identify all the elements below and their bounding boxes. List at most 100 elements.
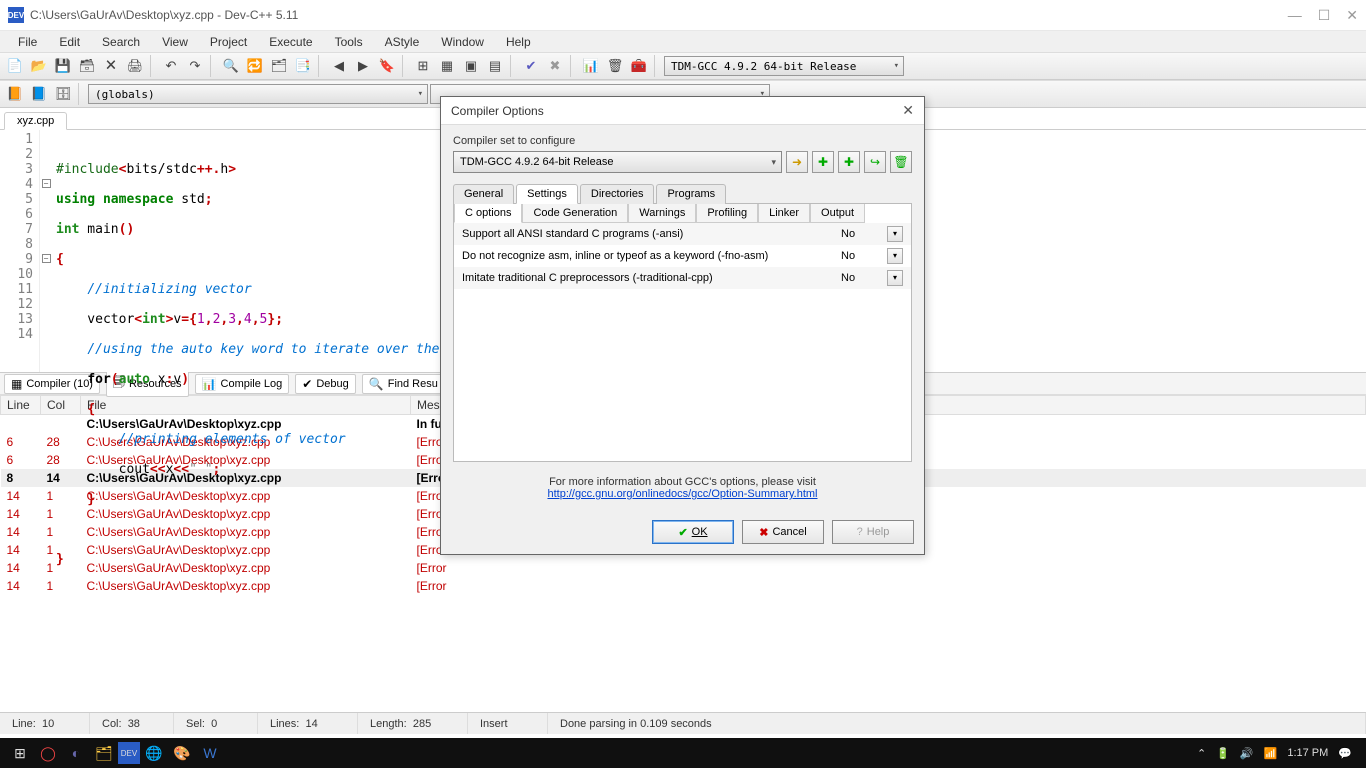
- status-col-label: Col:: [102, 718, 122, 730]
- start-icon[interactable]: ⊞: [6, 739, 34, 767]
- battery-icon[interactable]: 🔋: [1216, 747, 1230, 760]
- chevron-down-icon[interactable]: ▾: [887, 226, 903, 242]
- menu-window[interactable]: Window: [431, 33, 494, 51]
- subtab-code-gen[interactable]: Code Generation: [522, 204, 628, 223]
- minimize-icon[interactable]: —: [1288, 7, 1302, 24]
- back-icon[interactable]: ◀: [328, 55, 350, 77]
- new-file-icon[interactable]: 📄: [4, 55, 26, 77]
- task-chrome-icon[interactable]: 🌐: [140, 739, 168, 767]
- tab-programs[interactable]: Programs: [656, 184, 726, 204]
- tools-icon[interactable]: 🧰: [628, 55, 650, 77]
- help-button[interactable]: ?Help: [832, 520, 914, 544]
- tab-settings[interactable]: Settings: [516, 184, 578, 204]
- status-col: 38: [128, 718, 140, 730]
- fold-icon[interactable]: −: [42, 254, 51, 263]
- task-word-icon[interactable]: W: [196, 739, 224, 767]
- dialog-titlebar[interactable]: Compiler Options ✕: [441, 97, 924, 125]
- task-devcpp-icon[interactable]: DEV: [118, 742, 140, 764]
- ok-button[interactable]: ✔OK: [652, 520, 734, 544]
- add-blank-icon[interactable]: ✚: [812, 151, 834, 173]
- replace-icon[interactable]: 🔁: [244, 55, 266, 77]
- rename-icon[interactable]: ↪: [864, 151, 886, 173]
- fold-icon[interactable]: −: [42, 179, 51, 188]
- open-icon[interactable]: 📂: [28, 55, 50, 77]
- menu-help[interactable]: Help: [496, 33, 541, 51]
- redo-icon[interactable]: ↷: [184, 55, 206, 77]
- menu-edit[interactable]: Edit: [49, 33, 90, 51]
- close-icon[interactable]: ✕: [1346, 7, 1358, 24]
- chevron-down-icon[interactable]: ▾: [887, 248, 903, 264]
- menu-search[interactable]: Search: [92, 33, 150, 51]
- window-controls: — ☐ ✕: [1288, 7, 1358, 24]
- subtab-warnings[interactable]: Warnings: [628, 204, 696, 223]
- close-file-icon[interactable]: 🗙: [100, 55, 122, 77]
- subtab-c-options[interactable]: C options: [454, 204, 522, 223]
- task-eclipse-icon[interactable]: ◐: [62, 739, 90, 767]
- undo-icon[interactable]: ↶: [160, 55, 182, 77]
- menu-astyle[interactable]: AStyle: [375, 33, 430, 51]
- settings-subtabs: C options Code Generation Warnings Profi…: [454, 204, 911, 223]
- goto-decl-icon[interactable]: 📙: [4, 83, 26, 105]
- tab-directories[interactable]: Directories: [580, 184, 655, 204]
- subtab-linker[interactable]: Linker: [758, 204, 810, 223]
- option-row: Do not recognize asm, inline or typeof a…: [454, 245, 911, 267]
- subtab-output[interactable]: Output: [810, 204, 865, 223]
- menu-view[interactable]: View: [152, 33, 198, 51]
- forward-icon[interactable]: ▶: [352, 55, 374, 77]
- find-icon[interactable]: 🔍: [220, 55, 242, 77]
- maximize-icon[interactable]: ☐: [1318, 7, 1331, 24]
- find-compilers-icon[interactable]: ➜: [786, 151, 808, 173]
- tray-chevron-icon[interactable]: ⌃: [1197, 747, 1206, 760]
- compile-run-icon[interactable]: ▣: [460, 55, 482, 77]
- info-link[interactable]: http://gcc.gnu.org/onlinedocs/gcc/Option…: [547, 488, 817, 500]
- find-in-files-icon[interactable]: 🗂: [268, 55, 290, 77]
- status-lines: 14: [305, 718, 317, 730]
- debug-stop-icon[interactable]: ✖: [544, 55, 566, 77]
- separator: [654, 55, 660, 77]
- compile-icon[interactable]: ⊞: [412, 55, 434, 77]
- menu-project[interactable]: Project: [200, 33, 257, 51]
- task-explorer-icon[interactable]: 🗂: [90, 739, 118, 767]
- subtab-profiling[interactable]: Profiling: [696, 204, 758, 223]
- add-folder-icon[interactable]: ✚: [838, 151, 860, 173]
- volume-icon[interactable]: 🔊: [1240, 747, 1254, 760]
- separator: [510, 55, 516, 77]
- wifi-icon[interactable]: 📶: [1264, 747, 1278, 760]
- save-icon[interactable]: 💾: [52, 55, 74, 77]
- class-browser-icon[interactable]: 🗄: [52, 83, 74, 105]
- clock[interactable]: 1:17 PM: [1287, 747, 1328, 759]
- run-icon[interactable]: ▦: [436, 55, 458, 77]
- taskbar: ⊞ ◯ ◐ 🗂 DEV 🌐 🎨 W ⌃ 🔋 🔊 📶 1:17 PM 💬: [0, 738, 1366, 768]
- status-length: 285: [413, 718, 431, 730]
- menu-execute[interactable]: Execute: [259, 33, 322, 51]
- notifications-icon[interactable]: 💬: [1338, 747, 1352, 760]
- menu-tools[interactable]: Tools: [325, 33, 373, 51]
- print-icon[interactable]: 🖨: [124, 55, 146, 77]
- chevron-down-icon[interactable]: ▾: [887, 270, 903, 286]
- dialog-close-icon[interactable]: ✕: [902, 102, 914, 119]
- cancel-button[interactable]: ✖Cancel: [742, 520, 824, 544]
- dialog-buttons: ✔OK ✖Cancel ?Help: [441, 514, 924, 554]
- separator: [210, 55, 216, 77]
- task-opera-icon[interactable]: ◯: [34, 739, 62, 767]
- col-line[interactable]: Line: [1, 396, 41, 415]
- compiler-set-select[interactable]: TDM-GCC 4.9.2 64-bit Release: [453, 151, 782, 173]
- menu-file[interactable]: File: [8, 33, 47, 51]
- task-paint-icon[interactable]: 🎨: [168, 739, 196, 767]
- bookmark-icon[interactable]: 🔖: [376, 55, 398, 77]
- scope-select[interactable]: (globals): [88, 84, 428, 104]
- compiler-select[interactable]: TDM-GCC 4.9.2 64-bit Release: [664, 56, 904, 76]
- rebuild-icon[interactable]: ▤: [484, 55, 506, 77]
- goto-def-icon[interactable]: 📘: [28, 83, 50, 105]
- menubar: File Edit Search View Project Execute To…: [0, 30, 1366, 52]
- titlebar: DEV C:\Users\GaUrAv\Desktop\xyz.cpp - De…: [0, 0, 1366, 30]
- file-tab-xyz[interactable]: xyz.cpp: [4, 112, 67, 130]
- save-all-icon[interactable]: 🗃: [76, 55, 98, 77]
- debug-check-icon[interactable]: ✔: [520, 55, 542, 77]
- check-icon: ✔: [678, 526, 687, 539]
- goto-icon[interactable]: 📑: [292, 55, 314, 77]
- profile-icon[interactable]: 📊: [580, 55, 602, 77]
- delete-icon[interactable]: 🗑: [890, 151, 912, 173]
- tab-general[interactable]: General: [453, 184, 514, 204]
- delete-profile-icon[interactable]: 🗑: [604, 55, 626, 77]
